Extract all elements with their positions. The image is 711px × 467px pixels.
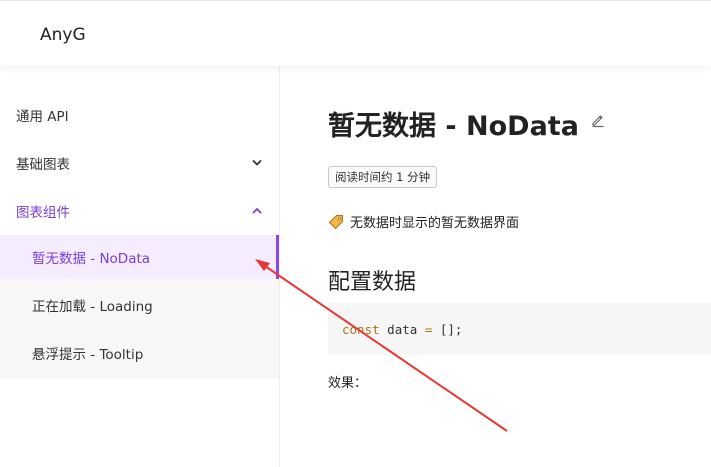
- main-content: 暂无数据 - NoData 阅读时间约 1 分钟 无数据时显示的暂无数据界面 配…: [280, 66, 711, 467]
- sidebar-item-chart-components[interactable]: 图表组件: [0, 189, 279, 233]
- top-header: AnyG: [0, 0, 711, 66]
- sidebar-item-basic-charts[interactable]: 基础图表: [0, 141, 279, 185]
- code-identifier: data: [387, 322, 418, 337]
- chevron-up-icon: [252, 208, 262, 214]
- code-operator: =: [424, 322, 433, 337]
- sidebar-item-label: 通用 API: [16, 109, 69, 125]
- sidebar-item-label: 图表组件: [16, 205, 70, 221]
- edit-icon[interactable]: [590, 112, 606, 128]
- sidebar-item-label: 悬浮提示 - Tooltip: [32, 347, 144, 363]
- code-block: const data = [];: [328, 303, 711, 355]
- sidebar-item-label: 基础图表: [16, 157, 70, 173]
- code-value: [];: [439, 322, 463, 337]
- effect-label: 效果：: [328, 376, 368, 391]
- sidebar-item-common-api[interactable]: 通用 API: [0, 93, 279, 137]
- read-time-badge: 阅读时间约 1 分钟: [328, 166, 438, 188]
- code-keyword: const: [342, 322, 380, 337]
- page-title: 暂无数据 - NoData: [328, 111, 579, 142]
- active-indicator: [276, 235, 279, 279]
- chevron-down-icon: [252, 160, 262, 166]
- sidebar-item-nodata[interactable]: 暂无数据 - NoData: [0, 235, 279, 279]
- sidebar: 通用 API 基础图表 图表组件 暂无数据 - NoData 正在加载 - Lo…: [0, 66, 280, 467]
- page: AnyG 通用 API 基础图表 图表组件 暂无数据 - NoData 正在加载…: [0, 0, 711, 467]
- sidebar-item-tooltip[interactable]: 悬浮提示 - Tooltip: [0, 331, 279, 375]
- brand-logo[interactable]: AnyG: [40, 25, 86, 45]
- tag-icon: [328, 214, 343, 229]
- sidebar-item-loading[interactable]: 正在加载 - Loading: [0, 283, 279, 327]
- sidebar-submenu: 暂无数据 - NoData 正在加载 - Loading 悬浮提示 - Tool…: [0, 235, 279, 379]
- description-text: 无数据时显示的暂无数据界面: [350, 216, 520, 231]
- sidebar-item-label: 暂无数据 - NoData: [32, 251, 151, 267]
- sidebar-item-label: 正在加载 - Loading: [32, 299, 153, 315]
- description: 无数据时显示的暂无数据界面: [328, 212, 519, 231]
- section-heading: 配置数据: [328, 270, 417, 295]
